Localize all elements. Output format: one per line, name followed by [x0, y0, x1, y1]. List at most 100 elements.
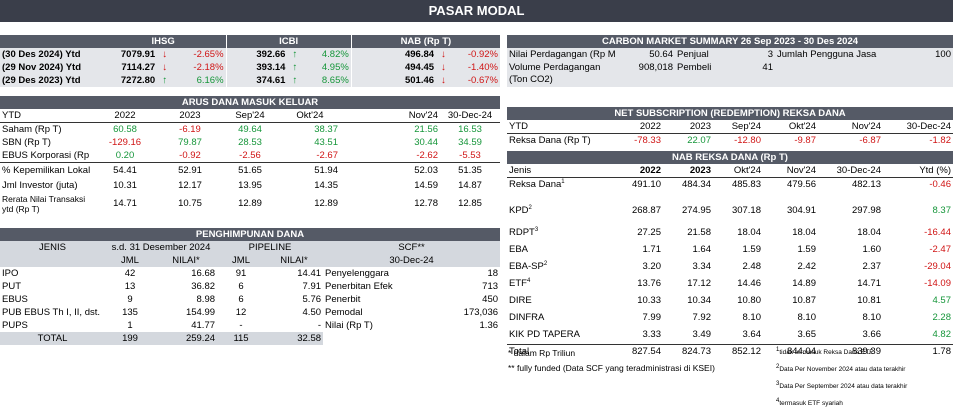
nilai-perdagangan-value: 50.64 [649, 49, 673, 60]
netsub-col-header: 30-Dec-24 [883, 120, 953, 134]
penghimpunan-table: JENIS s.d. 31 Desember 2024 PIPELINE SCF… [0, 241, 501, 345]
nab-cell: 2.37 [862, 260, 882, 272]
nab-cell: 3.64 [742, 328, 762, 340]
nab-cell: 10.87 [792, 294, 816, 306]
nab-cell: 307.18 [731, 204, 761, 216]
arus-row-label: EBUS Korporasi (Rp T) [2, 150, 90, 161]
nab-cell: 10.33 [637, 294, 661, 306]
arus-col-header: YTD [0, 109, 90, 123]
scf-value: 1.36 [479, 320, 499, 331]
scf-label: Penyelenggara [325, 268, 389, 279]
pipeline-jml-header: JML [232, 255, 250, 266]
nab-row: KPD2 268.87 274.95 307.18 304.91 297.98 8.37 [507, 204, 953, 226]
nab-cell: 18.04 [792, 226, 816, 238]
ihsg-change: -2.18% [193, 62, 224, 73]
arus-cell: 21.56 [414, 124, 438, 135]
arus-cell: 0.20 [115, 150, 135, 161]
total-pipeline-nilai: 32.58 [297, 333, 322, 344]
arus-row: Saham (Rp T) 60.58 -6.19 49.64 38.37 21.56 16.… [0, 123, 500, 137]
pembeli-label: Pembeli [677, 62, 712, 73]
arus-cell: 30.44 [414, 137, 438, 148]
penghimpunan-nilai: 8.98 [196, 294, 216, 305]
nab-cell: 1.59 [742, 243, 762, 255]
arus-row: % Kepemilikan Lokal 54.41 52.91 51.65 51.94 5… [0, 162, 500, 178]
ihsg-change: 6.16% [196, 75, 224, 86]
pipeline-nilai: 7.91 [302, 281, 322, 292]
nab-header: NAB (Rp T) [350, 35, 500, 48]
icbi-value: 392.66 [225, 48, 288, 61]
nab-cell: 14.46 [737, 277, 761, 289]
pipeline-jml: 6 [238, 281, 244, 292]
nab-cell: 484.34 [681, 179, 711, 190]
arus-row: SBN (Rp T) -129.16 79.87 28.53 43.51 30.44 34.… [0, 136, 500, 149]
pipeline-nilai: 14.41 [297, 268, 322, 279]
netsub-col-header: Okt'24 [763, 120, 818, 134]
arrow-down-icon: ↓ [440, 75, 446, 86]
nab-cell: -16.44 [924, 226, 951, 238]
arus-cell: 51.94 [314, 164, 338, 176]
arus-row-label: % Kepemilikan Lokal [2, 164, 90, 176]
arus-cell: 38.37 [314, 124, 338, 135]
index-row: (30 Des 2024) Ytd 7079.91 ↓ -2.65% 392.66 ↑ 4.… [0, 48, 500, 61]
scf-label: Pemodal [325, 307, 363, 318]
scf-value: 450 [482, 294, 499, 305]
arus-col-header: Okt'24 [280, 109, 340, 123]
pipeline-jml: - [239, 320, 243, 331]
nab-row: ETF4 13.76 17.12 14.46 14.89 14.71 -14.09 [507, 277, 953, 294]
pipeline-nilai-header: NILAI* [280, 255, 308, 266]
nab-cell: 13.76 [637, 277, 661, 289]
nab-cell: 8.10 [862, 311, 882, 323]
scf-label: Penerbit [325, 294, 361, 305]
nab-row: Reksa Dana1 491.10 484.34 485.83 479.56 482.1… [507, 178, 953, 204]
penghimpunan-row: IPO 42 16.68 91 14.41 Penyelenggara 18 [0, 267, 500, 280]
arus-cell: -5.53 [459, 150, 481, 161]
nab-row: DINFRA 7.99 7.92 8.10 8.10 8.10 2.28 [507, 311, 953, 328]
footnote-4: 4termasuk ETF syariah [776, 397, 843, 407]
penghimpunan-jenis: IPO [2, 268, 19, 279]
arus-cell: 79.87 [178, 137, 202, 148]
arrow-up-icon: ↑ [292, 49, 298, 60]
arus-cell: 52.91 [178, 164, 202, 176]
nab-cell: 2.42 [797, 260, 817, 272]
scf-date-header: 30-Dec-24 [389, 255, 434, 266]
penghimpunan-row: PUB EBUS Th I, II, dst. 135 154.99 12 4.50 Pe… [0, 306, 500, 319]
notes-left: * dalam Rp Triliun ** fully funded (Data… [508, 347, 768, 374]
netsub-header: NET SUBSCRIPTION (REDEMPTION) REKSA DANA [507, 107, 953, 120]
nab-row: EBA-SP2 3.20 3.34 2.48 2.42 2.37 -29.04 [507, 260, 953, 277]
nab-cell: 7.99 [642, 311, 662, 323]
total-pipeline-jml: 115 [233, 333, 249, 344]
index-row: (29 Nov 2024) Ytd 7114.27 ↓ -2.18% 393.14 ↑ 4.… [0, 61, 500, 74]
netsub-row-label: Reksa Dana (Rp T) [509, 135, 591, 146]
arus-cell: -2.62 [416, 150, 438, 161]
penghimpunan-row: EBUS 9 8.98 6 5.76 Penerbit 450 [0, 293, 500, 306]
penghimpunan-jml: 13 [124, 281, 136, 292]
pipeline-jml: 6 [238, 294, 244, 305]
pengguna-jasa-label: Jumlah Pengguna Jasa [777, 49, 877, 60]
penghimpunan-total-row: TOTAL 199 259.24 115 32.58 [0, 332, 501, 345]
nab-row: KIK PD TAPERA 3.33 3.49 3.64 3.65 3.66 4.82 [507, 328, 953, 345]
arus-col-header: 2022 [90, 109, 160, 123]
index-date: (30 Des 2024) Ytd [2, 49, 81, 60]
nab-cell: 4.82 [932, 328, 952, 340]
nab-row-label: DIRE [509, 294, 532, 306]
arus-cell: 10.75 [178, 198, 202, 209]
nab-cell: 10.80 [737, 294, 761, 306]
penghimpunan-jenis: PUPS [2, 320, 28, 331]
netsub-table: YTD 2022 2023 Sep'24 Okt'24 Nov'24 30-Dec-24 R… [507, 120, 953, 147]
nab-cell: 27.25 [637, 226, 661, 238]
netsub-col-header: 2022 [603, 120, 663, 134]
ihsg-value: 7079.91 [120, 49, 156, 60]
arus-cell: 12.85 [458, 198, 482, 209]
arus-row: EBUS Korporasi (Rp T) 0.20 -0.92 -2.56 -2.67… [0, 149, 500, 163]
jenis-header: JENIS [39, 242, 66, 253]
penjual-label: Penjual [677, 49, 709, 60]
penghimpunan-nilai: 154.99 [185, 307, 216, 318]
penghimpunan-nilai: 36.82 [191, 281, 216, 292]
arus-cell: 51.35 [458, 164, 482, 176]
nab-cell: -14.09 [924, 277, 951, 289]
nab-row: EBA 1.71 1.64 1.59 1.59 1.60 -2.47 [507, 243, 953, 260]
icbi-header: ICBI [225, 35, 352, 48]
nab-cell: 3.65 [797, 328, 817, 340]
scf-label: Nilai (Rp T) [325, 320, 373, 331]
netsub-row: Reksa Dana (Rp T) -78.33 22.07 -12.80 -9.87 -… [507, 134, 953, 148]
